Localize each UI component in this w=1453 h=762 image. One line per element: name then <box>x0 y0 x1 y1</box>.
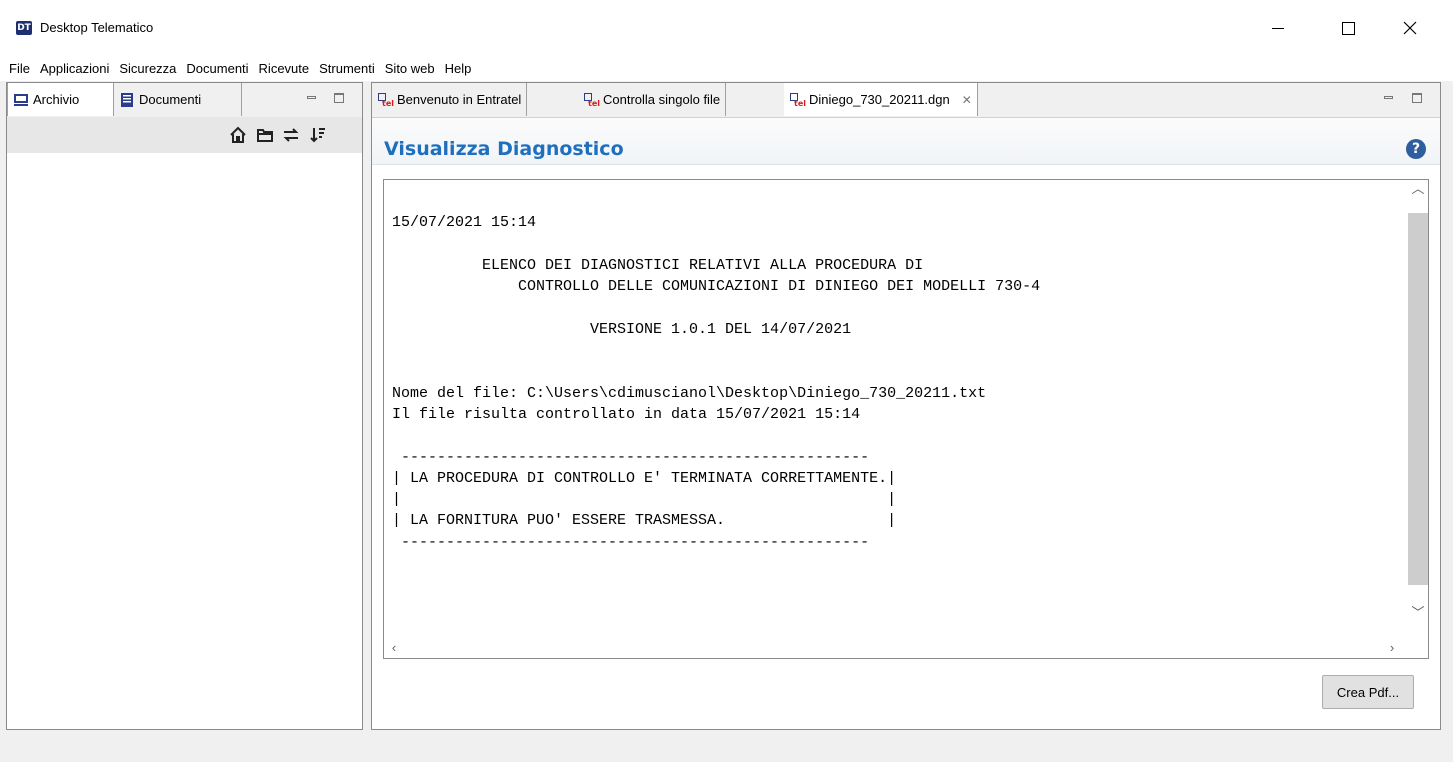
tab-label: Controlla singolo file <box>603 92 721 107</box>
entratel-icon <box>789 92 806 108</box>
title-bar: DT Desktop Telematico <box>0 0 1453 56</box>
close-tab-icon[interactable]: ✕ <box>962 93 972 107</box>
scroll-down-icon[interactable]: ﹀ <box>1408 604 1428 622</box>
diagnostic-text: 15/07/2021 15:14 ELENCO DEI DIAGNOSTICI … <box>392 214 1041 551</box>
diagnostic-text-area[interactable]: 15/07/2021 15:14 ELENCO DEI DIAGNOSTICI … <box>383 179 1429 659</box>
navigator-panel: Archivio Documenti <box>6 82 363 730</box>
maximize-panel-button[interactable] <box>332 91 346 105</box>
scrollbar-thumb[interactable] <box>1408 213 1428 585</box>
horizontal-scrollbar[interactable]: ‹ › <box>384 638 1428 658</box>
menu-bar: File Applicazioni Sicurezza Documenti Ri… <box>0 56 1453 81</box>
close-window-button[interactable] <box>1387 10 1433 46</box>
sync-icon[interactable] <box>282 126 300 144</box>
sort-icon[interactable] <box>309 126 327 144</box>
status-bar <box>0 736 1453 762</box>
tab-documenti[interactable]: Documenti <box>114 83 242 116</box>
menu-documenti[interactable]: Documenti <box>181 58 253 80</box>
scroll-right-icon[interactable]: › <box>1382 639 1402 657</box>
minimize-panel-button[interactable] <box>305 91 319 105</box>
minimize-panel-button[interactable] <box>1382 91 1396 105</box>
editor-tab-bar: Benvenuto in Entratel Controlla singolo … <box>372 83 1440 118</box>
menu-help[interactable]: Help <box>440 58 477 80</box>
tab-label: Benvenuto in Entratel <box>397 92 522 107</box>
menu-applicazioni[interactable]: Applicazioni <box>35 58 114 80</box>
menu-sicurezza[interactable]: Sicurezza <box>114 58 181 80</box>
form-header: Visualizza Diagnostico ? <box>372 118 1440 165</box>
scroll-up-icon[interactable]: ︿ <box>1408 180 1428 198</box>
entratel-icon <box>583 92 600 108</box>
window-title: Desktop Telematico <box>40 20 154 35</box>
tab-label: Archivio <box>33 92 80 107</box>
menu-sito-web[interactable]: Sito web <box>380 58 440 80</box>
tab-diniego-dgn[interactable]: Diniego_730_20211.dgn ✕ <box>784 83 978 116</box>
scroll-left-icon[interactable]: ‹ <box>384 639 404 657</box>
menu-strumenti[interactable]: Strumenti <box>314 58 380 80</box>
tab-label: Documenti <box>139 92 202 107</box>
tab-benvenuto[interactable]: Benvenuto in Entratel <box>372 83 528 116</box>
navigator-toolbar <box>7 117 362 153</box>
page-title: Visualizza Diagnostico <box>384 138 624 160</box>
app-logo-icon: DT <box>16 21 32 35</box>
document-list-icon <box>121 92 133 107</box>
home-icon[interactable] <box>229 126 247 144</box>
maximize-button[interactable] <box>1325 10 1371 46</box>
computer-icon <box>14 93 28 106</box>
tab-label: Diniego_730_20211.dgn <box>809 92 950 107</box>
entratel-icon <box>377 92 394 108</box>
navigator-tab-bar: Archivio Documenti <box>7 83 362 118</box>
help-icon[interactable]: ? <box>1406 139 1426 159</box>
minimize-button[interactable] <box>1255 10 1301 46</box>
vertical-scrollbar[interactable]: ︿ ﹀ <box>1408 180 1428 640</box>
menu-file[interactable]: File <box>4 58 35 80</box>
maximize-panel-button[interactable] <box>1410 91 1424 105</box>
editor-panel: Benvenuto in Entratel Controlla singolo … <box>371 82 1441 730</box>
menu-ricevute[interactable]: Ricevute <box>254 58 315 80</box>
tab-controlla-file[interactable]: Controlla singolo file <box>578 83 727 116</box>
close-icon <box>1403 21 1417 35</box>
folder-icon[interactable] <box>256 126 274 144</box>
tab-archivio[interactable]: Archivio <box>7 83 114 116</box>
create-pdf-button[interactable]: Crea Pdf... <box>1322 675 1414 709</box>
